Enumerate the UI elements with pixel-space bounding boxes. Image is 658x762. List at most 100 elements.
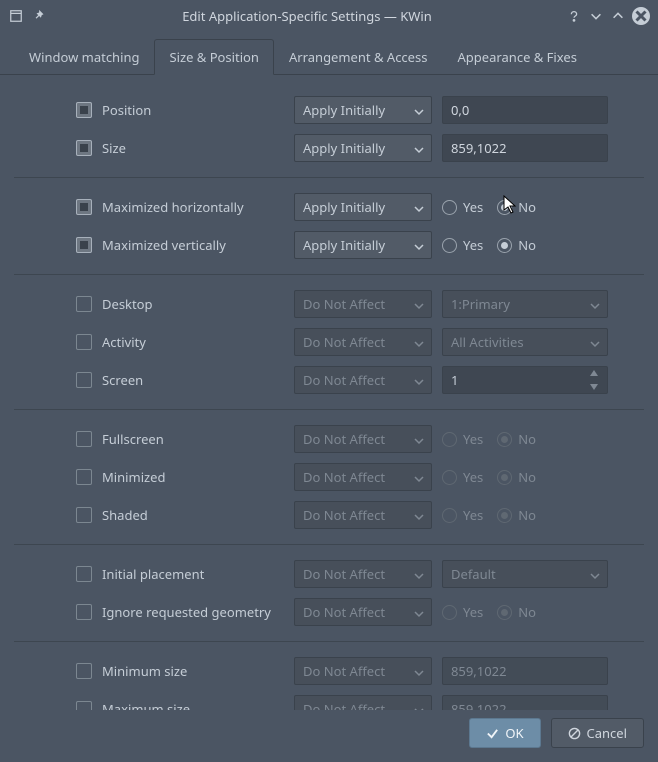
- checkbox-min-size[interactable]: [76, 663, 92, 679]
- label-shaded: Shaded: [102, 506, 284, 524]
- dialog-footer: OK Cancel: [0, 718, 658, 762]
- combo-desktop-value[interactable]: 1:Primary: [442, 290, 608, 318]
- checkbox-maxv[interactable]: [76, 237, 92, 253]
- input-position[interactable]: 0,0: [442, 96, 608, 124]
- label-initial-placement: Initial placement: [102, 565, 284, 583]
- checkbox-shaded[interactable]: [76, 507, 92, 523]
- checkbox-fullscreen[interactable]: [76, 431, 92, 447]
- row-size: Size Apply Initially 859,1022: [14, 131, 644, 165]
- combo-maxv-rule[interactable]: Apply Initially: [294, 231, 432, 259]
- combo-desktop-rule[interactable]: Do Not Affect: [294, 290, 432, 318]
- tab-size-position[interactable]: Size & Position: [154, 39, 273, 75]
- radio-minimized-yes: Yes: [442, 468, 483, 486]
- tab-appearance-fixes[interactable]: Appearance & Fixes: [442, 39, 591, 75]
- tab-window-matching[interactable]: Window matching: [14, 39, 154, 75]
- radio-maxh-yes[interactable]: Yes: [442, 198, 483, 216]
- row-max-size: Maximum size Do Not Affect 859,1022: [14, 692, 644, 710]
- ok-button[interactable]: OK: [469, 718, 540, 748]
- checkbox-screen[interactable]: [76, 372, 92, 388]
- chevron-down-icon: [413, 509, 425, 521]
- row-minimized: Minimized Do Not Affect Yes No: [14, 460, 644, 494]
- minimize-icon[interactable]: [588, 8, 604, 24]
- chevron-down-icon: [589, 568, 601, 580]
- label-max-size: Maximum size: [102, 700, 284, 710]
- row-maxv: Maximized vertically Apply Initially Yes…: [14, 228, 644, 262]
- row-maxh: Maximized horizontally Apply Initially Y…: [14, 190, 644, 224]
- combo-maxh-rule[interactable]: Apply Initially: [294, 193, 432, 221]
- row-desktop: Desktop Do Not Affect 1:Primary: [14, 287, 644, 321]
- checkbox-position[interactable]: [76, 102, 92, 118]
- combo-fullscreen-rule[interactable]: Do Not Affect: [294, 425, 432, 453]
- radio-maxv-no[interactable]: No: [497, 236, 536, 254]
- row-initial-placement: Initial placement Do Not Affect Default: [14, 557, 644, 591]
- label-ignore-geom: Ignore requested geometry: [102, 603, 284, 621]
- chevron-down-icon: [413, 568, 425, 580]
- label-fullscreen: Fullscreen: [102, 430, 284, 448]
- radio-maxh-no[interactable]: No: [497, 198, 536, 216]
- titlebar: Edit Application-Specific Settings — KWi…: [0, 0, 658, 32]
- checkbox-desktop[interactable]: [76, 296, 92, 312]
- row-position: Position Apply Initially 0,0: [14, 93, 644, 127]
- tabbar: Window matching Size & Position Arrangem…: [0, 38, 658, 75]
- combo-min-size-rule[interactable]: Do Not Affect: [294, 657, 432, 685]
- chevron-down-icon: [413, 471, 425, 483]
- radio-ignore-geom-yes: Yes: [442, 603, 483, 621]
- pin-icon[interactable]: [32, 8, 48, 24]
- combo-initial-placement-value[interactable]: Default: [442, 560, 608, 588]
- row-shaded: Shaded Do Not Affect Yes No: [14, 498, 644, 532]
- combo-max-size-rule[interactable]: Do Not Affect: [294, 695, 432, 710]
- radio-shaded-yes: Yes: [442, 506, 483, 524]
- spin-buttons[interactable]: [589, 369, 603, 391]
- close-icon[interactable]: [632, 7, 650, 25]
- checkbox-initial-placement[interactable]: [76, 566, 92, 582]
- chevron-down-icon: [413, 374, 425, 386]
- checkbox-maxh[interactable]: [76, 199, 92, 215]
- combo-activity-value[interactable]: All Activities: [442, 328, 608, 356]
- combo-position-rule[interactable]: Apply Initially: [294, 96, 432, 124]
- label-maxv: Maximized vertically: [102, 236, 284, 254]
- chevron-down-icon: [413, 298, 425, 310]
- cancel-button[interactable]: Cancel: [551, 718, 644, 748]
- radio-fullscreen-yes: Yes: [442, 430, 483, 448]
- row-activity: Activity Do Not Affect All Activities: [14, 325, 644, 359]
- checkbox-max-size[interactable]: [76, 701, 92, 710]
- label-desktop: Desktop: [102, 295, 284, 313]
- combo-activity-rule[interactable]: Do Not Affect: [294, 328, 432, 356]
- chevron-down-icon: [589, 298, 601, 310]
- row-min-size: Minimum size Do Not Affect 859,1022: [14, 654, 644, 688]
- label-activity: Activity: [102, 333, 284, 351]
- maximize-icon[interactable]: [610, 8, 626, 24]
- label-min-size: Minimum size: [102, 662, 284, 680]
- combo-size-rule[interactable]: Apply Initially: [294, 134, 432, 162]
- settings-pane: Position Apply Initially 0,0 Size Apply …: [0, 75, 658, 710]
- chevron-down-icon: [413, 703, 425, 710]
- combo-screen-rule[interactable]: Do Not Affect: [294, 366, 432, 394]
- combo-ignore-geom-rule[interactable]: Do Not Affect: [294, 598, 432, 626]
- checkbox-minimized[interactable]: [76, 469, 92, 485]
- row-fullscreen: Fullscreen Do Not Affect Yes No: [14, 422, 644, 456]
- radio-shaded-no: No: [497, 506, 536, 524]
- label-screen: Screen: [102, 371, 284, 389]
- radio-maxv-yes[interactable]: Yes: [442, 236, 483, 254]
- spin-screen[interactable]: 1: [442, 366, 608, 394]
- chevron-down-icon: [589, 336, 601, 348]
- checkbox-ignore-geom[interactable]: [76, 604, 92, 620]
- input-size[interactable]: 859,1022: [442, 134, 608, 162]
- combo-minimized-rule[interactable]: Do Not Affect: [294, 463, 432, 491]
- help-icon[interactable]: [566, 8, 582, 24]
- chevron-down-icon: [413, 142, 425, 154]
- combo-shaded-rule[interactable]: Do Not Affect: [294, 501, 432, 529]
- label-size: Size: [102, 139, 284, 157]
- radio-minimized-no: No: [497, 468, 536, 486]
- input-max-size[interactable]: 859,1022: [442, 695, 608, 710]
- combo-initial-placement-rule[interactable]: Do Not Affect: [294, 560, 432, 588]
- checkbox-activity[interactable]: [76, 334, 92, 350]
- input-min-size[interactable]: 859,1022: [442, 657, 608, 685]
- app-menu-icon[interactable]: [8, 8, 24, 24]
- tab-arrangement-access[interactable]: Arrangement & Access: [274, 39, 443, 75]
- label-maxh: Maximized horizontally: [102, 198, 284, 216]
- chevron-down-icon: [413, 104, 425, 116]
- chevron-down-icon: [413, 665, 425, 677]
- radio-fullscreen-no: No: [497, 430, 536, 448]
- checkbox-size[interactable]: [76, 140, 92, 156]
